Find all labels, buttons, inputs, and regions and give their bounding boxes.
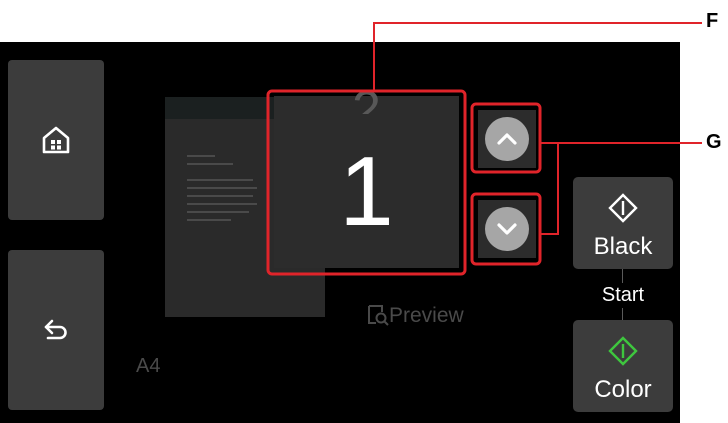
callout-lines — [266, 22, 702, 276]
callout-f-label: F — [706, 10, 719, 32]
callout-g-label: G — [706, 131, 722, 153]
